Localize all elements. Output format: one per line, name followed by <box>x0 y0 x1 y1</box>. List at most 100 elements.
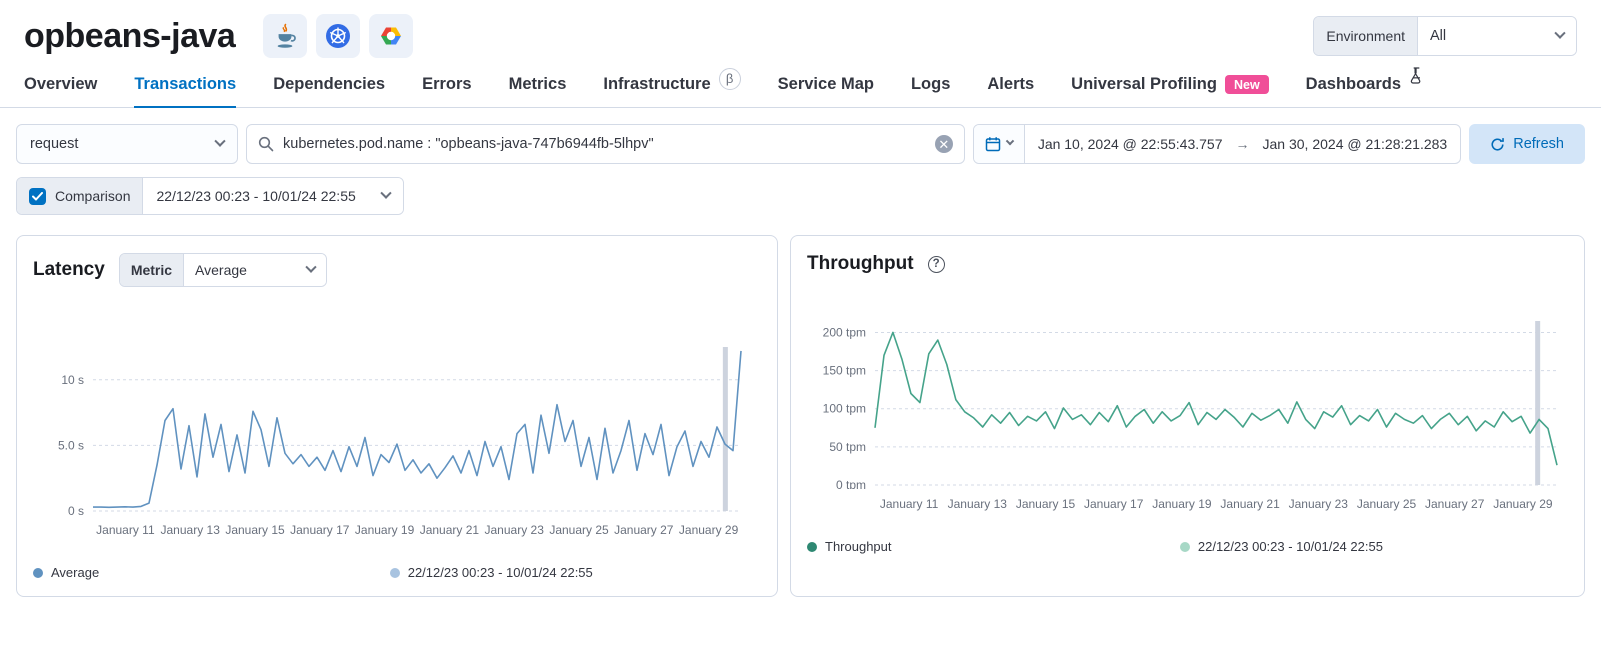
legend-dot <box>33 568 43 578</box>
svg-text:100 tpm: 100 tpm <box>823 402 866 416</box>
x-tick-label: January 15 <box>1016 497 1075 511</box>
legend-item-comparison[interactable]: 22/12/23 00:23 - 10/01/24 22:55 <box>390 565 747 580</box>
java-icon <box>263 14 307 58</box>
date-end[interactable]: Jan 30, 2024 @ 21:28:21.283 <box>1250 136 1461 152</box>
chevron-down-icon <box>214 136 225 147</box>
svg-text:10 s: 10 s <box>61 373 84 387</box>
tab-metrics[interactable]: Metrics <box>509 62 567 107</box>
latency-x-axis: January 11January 13January 15January 17… <box>47 523 747 539</box>
svg-text:200 tpm: 200 tpm <box>823 325 866 339</box>
comparison-toggle[interactable]: Comparison <box>17 178 143 214</box>
legend-dot <box>807 542 817 552</box>
chevron-down-icon <box>1554 28 1565 39</box>
tab-errors[interactable]: Errors <box>422 62 472 107</box>
metric-value: Average <box>195 262 247 278</box>
svg-text:0 s: 0 s <box>68 504 84 515</box>
legend-item-average[interactable]: Average <box>33 565 390 580</box>
latency-chart[interactable]: 0 s5.0 s10 s January 11January 13January… <box>47 337 761 539</box>
new-badge: New <box>1225 75 1269 94</box>
tab-alerts[interactable]: Alerts <box>987 62 1034 107</box>
svg-text:50 tpm: 50 tpm <box>829 440 866 454</box>
x-tick-label: January 27 <box>614 523 673 537</box>
tab-logs[interactable]: Logs <box>911 62 950 107</box>
legend-dot <box>1180 542 1190 552</box>
legend-item-comparison[interactable]: 22/12/23 00:23 - 10/01/24 22:55 <box>1180 539 1553 554</box>
beaker-icon <box>1409 67 1424 89</box>
throughput-x-axis: January 11January 13January 15January 17… <box>813 497 1563 513</box>
tab-label: Universal Profiling <box>1071 75 1217 94</box>
x-tick-label: January 21 <box>1220 497 1279 511</box>
x-tick-label: January 29 <box>679 523 738 537</box>
tab-overview[interactable]: Overview <box>24 62 97 107</box>
tab-infrastructure[interactable]: Infrastructure β <box>603 62 740 107</box>
x-tick-label: January 19 <box>1152 497 1211 511</box>
tab-dependencies[interactable]: Dependencies <box>273 62 385 107</box>
filter-bar: request kubernetes.pod.name : "opbeans-j… <box>0 108 1601 164</box>
comparison-row: Comparison 22/12/23 00:23 - 10/01/24 22:… <box>0 164 1601 215</box>
svg-text:150 tpm: 150 tpm <box>823 364 866 378</box>
metric-label: Metric <box>120 254 184 286</box>
date-picker: Jan 10, 2024 @ 22:55:43.757 → Jan 30, 20… <box>973 124 1461 164</box>
comparison-range-select[interactable]: 22/12/23 00:23 - 10/01/24 22:55 <box>143 178 402 214</box>
tech-icon-badges <box>263 14 413 58</box>
tab-service-map[interactable]: Service Map <box>778 62 874 107</box>
tab-bar: Overview Transactions Dependencies Error… <box>0 62 1601 108</box>
latency-title: Latency <box>33 259 105 281</box>
x-tick-label: January 27 <box>1425 497 1484 511</box>
search-icon <box>258 136 274 152</box>
beta-badge: β <box>719 68 741 90</box>
metric-select[interactable]: Average <box>184 254 326 286</box>
latency-panel: Latency Metric Average 0 s 5.0 s 10 s Janu… <box>16 235 778 597</box>
legend-item-throughput[interactable]: Throughput <box>807 539 1180 554</box>
environment-select[interactable]: All <box>1418 17 1576 55</box>
x-tick-label: January 17 <box>1084 497 1143 511</box>
throughput-title: Throughput <box>807 253 914 275</box>
throughput-panel: Throughput ? 0 tpm50 tpm100 tpm150 tpm20… <box>790 235 1585 597</box>
environment-value: All <box>1430 28 1446 44</box>
transaction-type-value: request <box>30 136 78 152</box>
date-start[interactable]: Jan 10, 2024 @ 22:55:43.757 <box>1025 136 1236 152</box>
tab-label: Infrastructure <box>603 75 710 94</box>
refresh-icon <box>1490 137 1505 152</box>
search-query-text[interactable]: kubernetes.pod.name : "opbeans-java-747b… <box>283 136 654 152</box>
chevron-down-icon <box>1006 137 1014 145</box>
help-icon[interactable]: ? <box>928 256 945 273</box>
tab-universal-profiling[interactable]: Universal Profiling New <box>1071 62 1269 107</box>
x-tick-label: January 15 <box>225 523 284 537</box>
search-bar[interactable]: kubernetes.pod.name : "opbeans-java-747b… <box>246 124 965 164</box>
svg-text:5.0 s: 5.0 s <box>58 438 84 452</box>
comparison-label: Comparison <box>55 188 130 204</box>
latency-metric-control: Metric Average <box>119 253 327 287</box>
legend-dot <box>390 568 400 578</box>
environment-control: Environment All <box>1313 16 1577 56</box>
date-quick-select-button[interactable] <box>974 125 1025 163</box>
tab-label: Dashboards <box>1306 75 1401 94</box>
x-tick-label: January 23 <box>485 523 544 537</box>
latency-legend: Average 22/12/23 00:23 - 10/01/24 22:55 <box>33 565 761 580</box>
x-tick-label: January 21 <box>420 523 479 537</box>
tab-dashboards[interactable]: Dashboards <box>1306 62 1424 107</box>
x-tick-label: January 13 <box>948 497 1007 511</box>
x-tick-label: January 19 <box>355 523 414 537</box>
tab-transactions[interactable]: Transactions <box>134 62 236 107</box>
comparison-control: Comparison 22/12/23 00:23 - 10/01/24 22:… <box>16 177 404 215</box>
x-tick-label: January 13 <box>161 523 220 537</box>
throughput-legend: Throughput 22/12/23 00:23 - 10/01/24 22:… <box>807 539 1568 554</box>
comparison-checkbox[interactable] <box>29 188 46 205</box>
page-header: opbeans-java <box>0 0 1601 62</box>
chevron-down-icon <box>380 188 391 199</box>
clear-search-button[interactable]: ✕ <box>935 135 953 153</box>
arrow-right-icon: → <box>1236 136 1250 152</box>
throughput-chart[interactable]: 0 tpm50 tpm100 tpm150 tpm200 tpm January… <box>813 311 1568 513</box>
x-tick-label: January 23 <box>1289 497 1348 511</box>
refresh-button[interactable]: Refresh <box>1469 124 1585 164</box>
chevron-down-icon <box>305 262 316 273</box>
refresh-label: Refresh <box>1513 136 1564 152</box>
legend-label: Throughput <box>825 539 892 554</box>
x-tick-label: January 25 <box>549 523 608 537</box>
transaction-type-select[interactable]: request <box>16 124 238 164</box>
legend-label: 22/12/23 00:23 - 10/01/24 22:55 <box>1198 539 1383 554</box>
page-title: opbeans-java <box>24 17 235 56</box>
x-tick-label: January 25 <box>1357 497 1416 511</box>
kubernetes-icon <box>316 14 360 58</box>
